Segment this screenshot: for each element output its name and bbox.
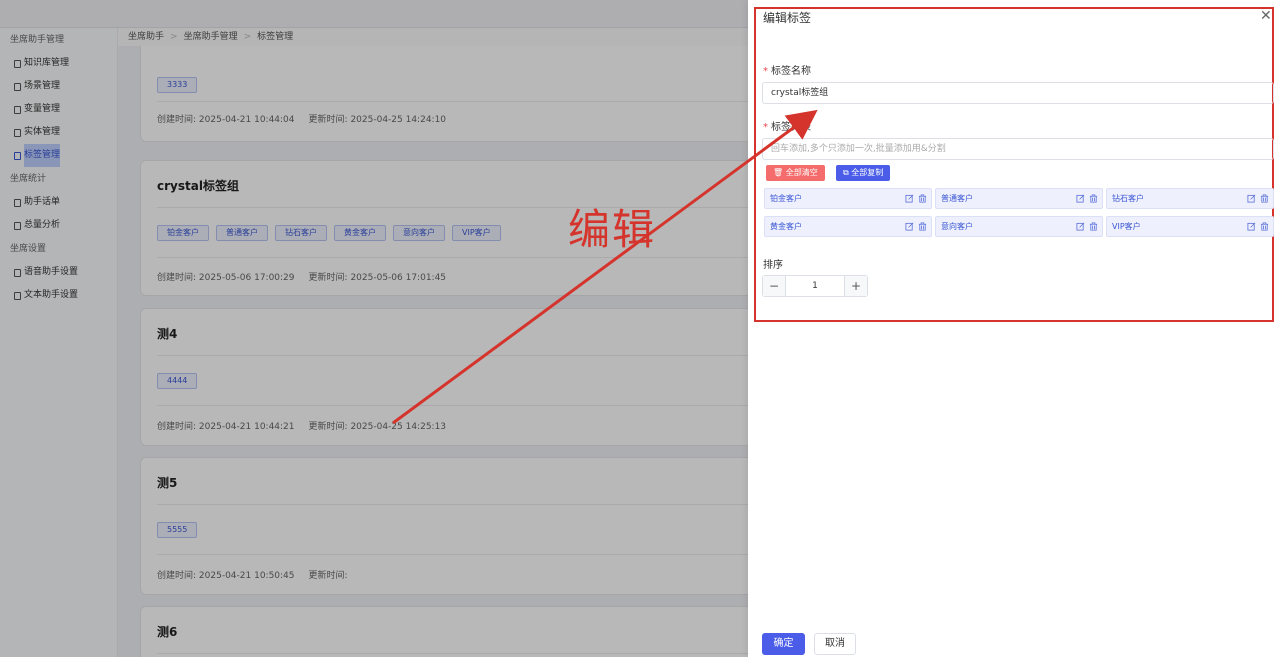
annotation-label: 编辑 [568,205,657,254]
annotation-arrow [392,109,818,425]
